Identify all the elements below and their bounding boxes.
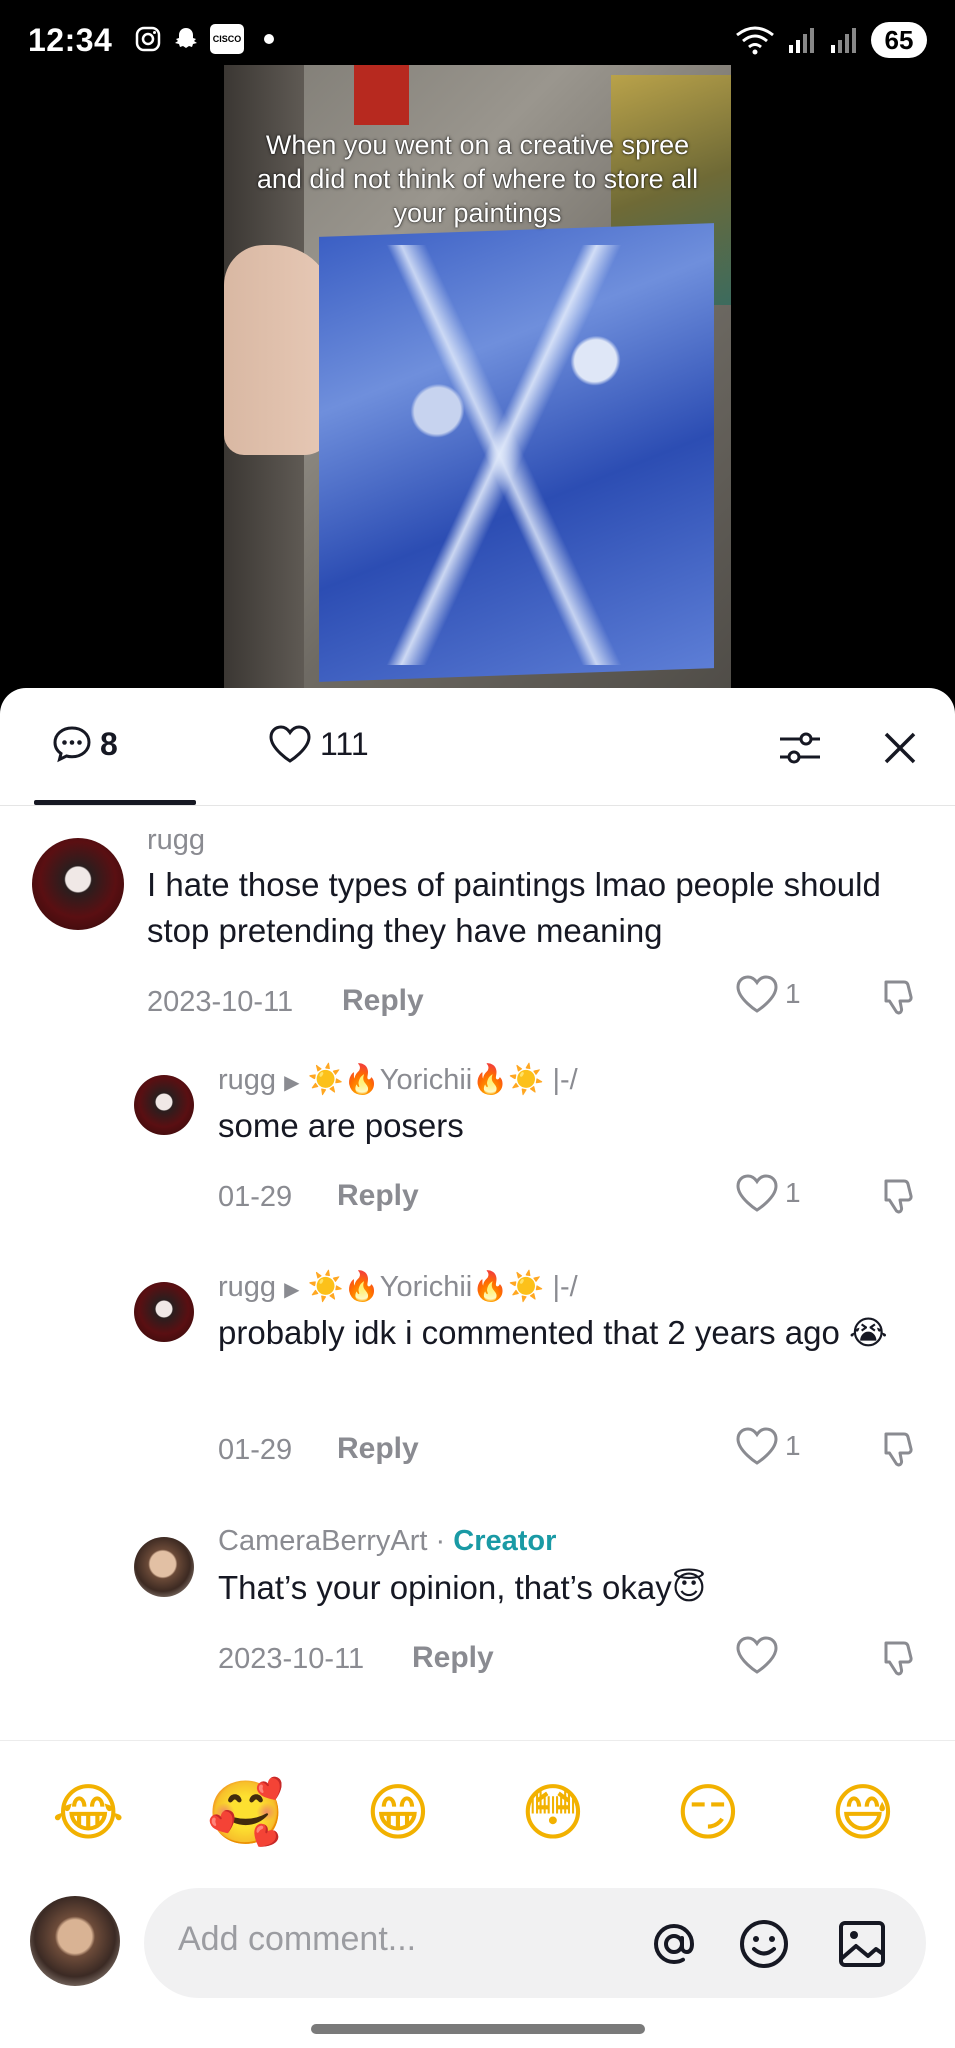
current-user-avatar[interactable] — [30, 1896, 120, 1986]
avatar[interactable] — [134, 1537, 194, 1597]
comment-text: some are posers — [218, 1107, 464, 1144]
filter-sliders-icon[interactable] — [776, 724, 824, 772]
reply-button[interactable]: Reply — [342, 984, 424, 1018]
emoji-quick-bar: 😂 🥰 😁 😳 😏 😅 — [0, 1740, 955, 1880]
wifi-icon — [736, 26, 774, 55]
avatar[interactable] — [134, 1075, 194, 1135]
video-hand — [224, 245, 334, 455]
avatar[interactable] — [32, 838, 124, 930]
comment-text: That’s your opinion, that’s okay😇 — [218, 1569, 707, 1606]
comments-count: 8 — [100, 725, 118, 762]
status-time: 12:34 — [28, 22, 113, 58]
heart-icon — [736, 975, 778, 1013]
at-icon[interactable] — [646, 1916, 702, 1972]
reply-button[interactable]: Reply — [412, 1641, 494, 1675]
comment-like-button[interactable] — [735, 1635, 785, 1675]
reply-button[interactable]: Reply — [337, 1432, 419, 1466]
comment-date: 2023-10-11 — [147, 986, 294, 1018]
comment-input[interactable]: Add comment... — [144, 1888, 926, 1998]
thumbs-down-icon[interactable] — [878, 976, 918, 1016]
reply-arrow-icon: ▶ — [284, 1072, 300, 1094]
heart-icon — [736, 1427, 778, 1465]
reply-item: rugg ▶ ☀️🔥Yorichii🔥☀️ |-/ probably idk i… — [0, 1270, 955, 1470]
comment-input-placeholder: Add comment... — [178, 1920, 417, 1958]
reply-button[interactable]: Reply — [337, 1179, 419, 1213]
reply-header: rugg ▶ ☀️🔥Yorichii🔥☀️ |-/ — [218, 1270, 578, 1304]
emoji-button[interactable]: 🥰 — [207, 1777, 284, 1849]
comment-username[interactable]: rugg — [218, 1271, 276, 1303]
comment-username[interactable]: rugg — [218, 1064, 276, 1096]
video-player[interactable]: When you went on a creative spree and di… — [0, 60, 955, 700]
reply-header: rugg ▶ ☀️🔥Yorichii🔥☀️ |-/ — [218, 1063, 578, 1097]
comment-date: 01-29 — [218, 1434, 293, 1466]
reply-arrow-icon: ▶ — [284, 1279, 300, 1301]
comment-input-row: Add comment... — [0, 1880, 955, 2000]
emoji-button[interactable]: 😂 — [52, 1777, 124, 1849]
heart-icon — [736, 1636, 778, 1674]
comment-bubble-icon — [53, 726, 91, 763]
tab-likes[interactable]: 111 — [268, 724, 369, 764]
sheet-header: 8 111 — [0, 688, 955, 806]
thumbs-down-icon[interactable] — [878, 1175, 918, 1215]
video-bg-red-frame — [354, 65, 409, 125]
more-notifications-dot — [264, 34, 274, 44]
comment-date: 2023-10-11 — [218, 1643, 365, 1675]
smiley-icon[interactable] — [736, 1916, 792, 1972]
thumbs-down-icon[interactable] — [878, 1637, 918, 1677]
comment-like-button[interactable]: 1 — [735, 1426, 801, 1466]
cisco-app-icon: CISCO — [210, 24, 244, 54]
status-system-icons: 65 — [735, 22, 927, 58]
close-icon[interactable] — [876, 724, 924, 772]
comment-like-button[interactable]: 1 — [735, 1173, 801, 1213]
heart-icon — [736, 1174, 778, 1212]
avatar[interactable] — [134, 1282, 194, 1342]
instagram-icon — [135, 26, 161, 52]
reply-item: rugg ▶ ☀️🔥Yorichii🔥☀️ |-/ some are poser… — [0, 1063, 955, 1233]
comment-text: probably idk i commented that 2 years ag… — [218, 1314, 888, 1351]
image-icon[interactable] — [834, 1916, 890, 1972]
snapchat-icon — [175, 28, 197, 48]
signal-1-icon — [789, 28, 814, 53]
reply-to-username[interactable]: ☀️🔥Yorichii🔥☀️ |-/ — [308, 1064, 578, 1096]
heart-icon — [269, 725, 311, 763]
thumbs-down-icon[interactable] — [878, 1428, 918, 1468]
creator-badge: Creator — [453, 1525, 557, 1557]
emoji-button[interactable]: 😅 — [827, 1777, 899, 1849]
signal-2-icon — [831, 28, 856, 53]
comment-item: rugg I hate those types of paintings lma… — [0, 818, 955, 1018]
comment-like-count: 1 — [785, 1177, 801, 1208]
emoji-button[interactable]: 😳 — [517, 1777, 589, 1849]
comment-like-count: 1 — [785, 1430, 801, 1461]
comment-like-count: 1 — [785, 978, 801, 1009]
video-caption: When you went on a creative spree and di… — [256, 130, 699, 228]
tab-comments[interactable]: 8 — [52, 724, 118, 764]
emoji-button[interactable]: 😁 — [362, 1777, 434, 1849]
comment-username[interactable]: CameraBerryArt — [218, 1525, 428, 1557]
reply-header: CameraBerryArt · Creator — [218, 1525, 556, 1558]
comment-date: 01-29 — [218, 1181, 293, 1213]
comment-like-button[interactable]: 1 — [735, 974, 801, 1014]
comment-username[interactable]: rugg — [147, 824, 205, 857]
status-notification-icons: CISCO — [134, 24, 274, 54]
comment-text: I hate those types of paintings lmao peo… — [147, 866, 881, 949]
home-indicator[interactable] — [311, 2024, 645, 2034]
likes-count: 111 — [320, 725, 369, 762]
active-tab-indicator — [34, 800, 196, 805]
battery-indicator: 65 — [871, 22, 927, 58]
badge-separator: · — [427, 1525, 454, 1557]
reply-item: CameraBerryArt · Creator That’s your opi… — [0, 1525, 955, 1685]
video-painting-highlight — [364, 245, 664, 665]
reply-to-username[interactable]: ☀️🔥Yorichii🔥☀️ |-/ — [308, 1271, 578, 1303]
emoji-button[interactable]: 😏 — [672, 1777, 744, 1849]
